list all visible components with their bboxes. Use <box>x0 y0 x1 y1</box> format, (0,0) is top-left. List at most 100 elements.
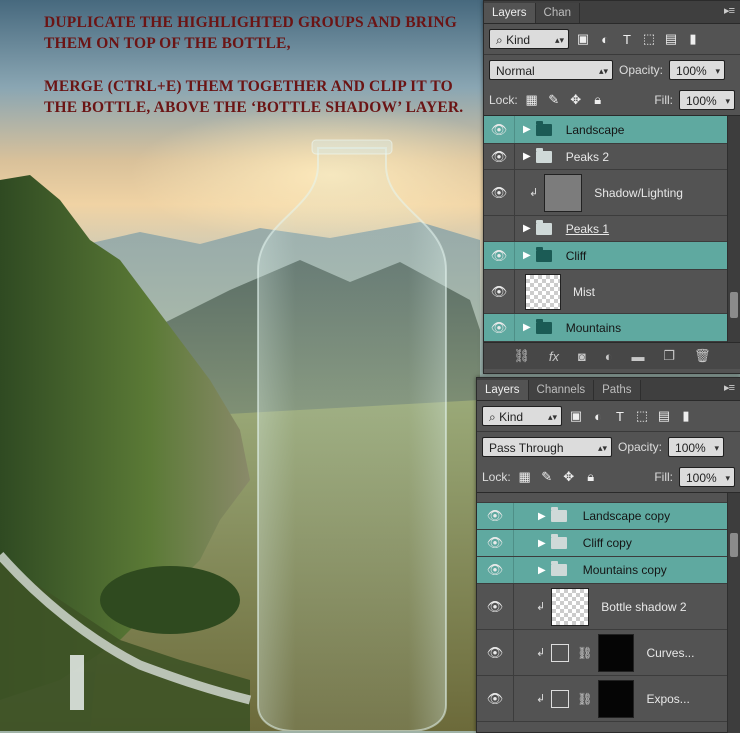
opacity-input[interactable]: 100% ▾ <box>669 60 726 80</box>
opacity-label: Opacity: <box>618 440 663 454</box>
layer-list: 👁︎ ▶ Landscape copy 👁︎ ▶ Cliff copy 👁︎ ▶… <box>477 492 740 733</box>
tab-channels[interactable]: Chan <box>535 3 581 23</box>
blend-mode-select[interactable]: Pass Through ▴▾ <box>482 437 612 457</box>
layer-row-mountains-copy[interactable]: 👁︎ ▶ Mountains copy <box>477 557 740 584</box>
eye-icon[interactable]: 👁︎ <box>484 270 515 313</box>
folder-icon <box>535 147 552 163</box>
layer-row-landscape-copy[interactable]: 👁︎ ▶ Landscape copy <box>477 503 740 530</box>
chevron-down-icon: ▾ <box>715 66 721 76</box>
link-icon[interactable]: ⛓︎ <box>577 646 592 660</box>
mask-icon[interactable]: ◙ <box>578 349 586 364</box>
fill-value: 100% <box>686 94 717 108</box>
eye-icon[interactable]: 👁︎ <box>477 630 514 675</box>
layer-list-scrollbar[interactable] <box>727 116 740 342</box>
eye-icon[interactable]: 👁︎ <box>484 314 515 341</box>
shape-filter-icon[interactable]: ⬚ <box>641 31 657 47</box>
panel-menu-icon[interactable]: ▸≡ <box>724 381 735 394</box>
fill-input[interactable]: 100% ▾ <box>679 90 735 110</box>
lock-brush-icon[interactable]: ✎ <box>546 92 562 108</box>
expand-triangle-icon[interactable]: ▶ <box>523 124 531 135</box>
expand-triangle-icon[interactable]: ▶ <box>538 538 546 549</box>
image-filter-icon[interactable]: ▣ <box>568 408 584 424</box>
lock-transparency-icon[interactable]: ▦ <box>524 92 540 108</box>
fx-icon[interactable]: fx <box>549 349 559 364</box>
filter-kind-select[interactable]: ⌕ Kind ▴▾ <box>482 406 562 426</box>
lock-move-icon[interactable]: ✥ <box>568 92 584 108</box>
opacity-label: Opacity: <box>619 63 664 77</box>
layer-list-scrollbar[interactable] <box>727 493 740 733</box>
layer-list: 👁︎ ▶ Landscape 👁︎ ▶ Peaks 2 👁︎ ↲ Shadow/… <box>484 115 740 342</box>
eye-icon[interactable]: 👁︎ <box>484 242 515 269</box>
folder-icon[interactable]: ▬ <box>632 349 645 364</box>
expand-triangle-icon[interactable]: ▶ <box>523 223 531 234</box>
expand-triangle-icon[interactable]: ▶ <box>523 250 531 261</box>
eye-icon[interactable]: 👁︎ <box>477 676 514 721</box>
eye-icon[interactable]: 👁︎ <box>477 530 514 556</box>
layer-row-mist[interactable]: 👁︎ Mist <box>484 270 740 314</box>
eye-icon[interactable]: 👁︎ <box>477 503 514 529</box>
filter-toggle-icon[interactable]: ▮ <box>678 408 694 424</box>
blend-row: Pass Through ▴▾ Opacity: 100% ▾ <box>477 432 740 462</box>
type-filter-icon[interactable]: T <box>619 31 635 47</box>
type-filter-icon[interactable]: T <box>612 408 628 424</box>
expand-triangle-icon[interactable]: ▶ <box>523 151 531 162</box>
layer-row-peaks-2[interactable]: 👁︎ ▶ Peaks 2 <box>484 144 740 170</box>
smart-object-filter-icon[interactable]: ▤ <box>663 31 679 47</box>
blend-mode-select[interactable]: Normal ▴▾ <box>489 60 613 80</box>
expand-triangle-icon[interactable]: ▶ <box>538 565 546 576</box>
lock-row: Lock: ▦ ✎ ✥ 🔒︎ Fill: 100% ▾ <box>477 462 740 492</box>
adjustment-icon[interactable]: ◐ <box>605 349 613 364</box>
layer-row-shadow-lighting[interactable]: 👁︎ ↲ Shadow/Lighting <box>484 170 740 216</box>
tab-layers[interactable]: Layers <box>477 380 529 400</box>
eye-icon[interactable] <box>484 216 515 241</box>
new-layer-icon[interactable]: ❐ <box>663 348 675 364</box>
eye-icon[interactable]: 👁︎ <box>477 584 514 629</box>
expand-triangle-icon[interactable]: ▶ <box>523 322 531 333</box>
layer-name: Curves... <box>646 645 695 660</box>
smart-object-filter-icon[interactable]: ▤ <box>656 408 672 424</box>
layer-name: Landscape copy <box>582 509 671 523</box>
eye-icon[interactable]: 👁︎ <box>484 144 515 169</box>
layer-row-curves[interactable]: 👁︎ ↲ ⛓︎ Curves... <box>477 630 740 676</box>
eye-icon[interactable]: 👁︎ <box>484 170 515 215</box>
adjustment-filter-icon[interactable]: ◐ <box>590 408 606 424</box>
layer-row-exposure[interactable]: 👁︎ ↲ ⛓︎ Expos... <box>477 676 740 722</box>
lock-brush-icon[interactable]: ✎ <box>539 469 555 485</box>
eye-icon[interactable]: 👁︎ <box>484 116 515 143</box>
shape-filter-icon[interactable]: ⬚ <box>634 408 650 424</box>
lock-all-icon[interactable]: 🔒︎ <box>590 92 606 108</box>
layer-row-mountains[interactable]: 👁︎ ▶ Mountains <box>484 314 740 342</box>
layer-row-peaks-1[interactable]: ▶ Peaks 1 <box>484 216 740 242</box>
filter-kind-select[interactable]: ⌕ Kind ▴▾ <box>489 29 569 49</box>
lock-all-icon[interactable]: 🔒︎ <box>583 469 599 485</box>
tab-channels[interactable]: Channels <box>528 380 595 400</box>
filter-toggle-icon[interactable]: ▮ <box>685 31 701 47</box>
trash-icon[interactable]: 🗑︎ <box>694 348 711 364</box>
tab-layers[interactable]: Layers <box>484 3 536 23</box>
expand-triangle-icon[interactable]: ▶ <box>538 511 546 522</box>
lock-move-icon[interactable]: ✥ <box>561 469 577 485</box>
folder-icon <box>535 246 552 262</box>
panel-menu-icon[interactable]: ▸≡ <box>724 4 735 17</box>
adjustment-filter-icon[interactable]: ◐ <box>597 31 613 47</box>
lock-transparency-icon[interactable]: ▦ <box>517 469 533 485</box>
link-icon[interactable]: ⛓︎ <box>577 692 592 706</box>
link-icon[interactable]: ⛓︎ <box>513 348 530 364</box>
scrollbar-thumb[interactable] <box>730 533 738 557</box>
folder-icon <box>535 219 552 235</box>
tab-paths[interactable]: Paths <box>594 380 641 400</box>
layer-row-cliff-copy[interactable]: 👁︎ ▶ Cliff copy <box>477 530 740 557</box>
scrollbar-thumb[interactable] <box>730 292 738 318</box>
layer-row-landscape[interactable]: 👁︎ ▶ Landscape <box>484 116 740 144</box>
layer-row-cliff[interactable]: 👁︎ ▶ Cliff <box>484 242 740 270</box>
opacity-input[interactable]: 100% ▾ <box>668 437 725 457</box>
layer-name: Shadow/Lighting <box>594 185 683 200</box>
fill-label: Fill: <box>654 93 673 107</box>
tutorial-instructions: Duplicate the highlighted groups and bri… <box>44 12 474 140</box>
eye-icon[interactable]: 👁︎ <box>477 557 514 583</box>
lock-label: Lock: <box>489 93 518 107</box>
fill-input[interactable]: 100% ▾ <box>679 467 735 487</box>
opacity-value: 100% <box>676 64 707 78</box>
layer-row-bottle-shadow-2[interactable]: 👁︎ ↲ Bottle shadow 2 <box>477 584 740 630</box>
image-filter-icon[interactable]: ▣ <box>575 31 591 47</box>
